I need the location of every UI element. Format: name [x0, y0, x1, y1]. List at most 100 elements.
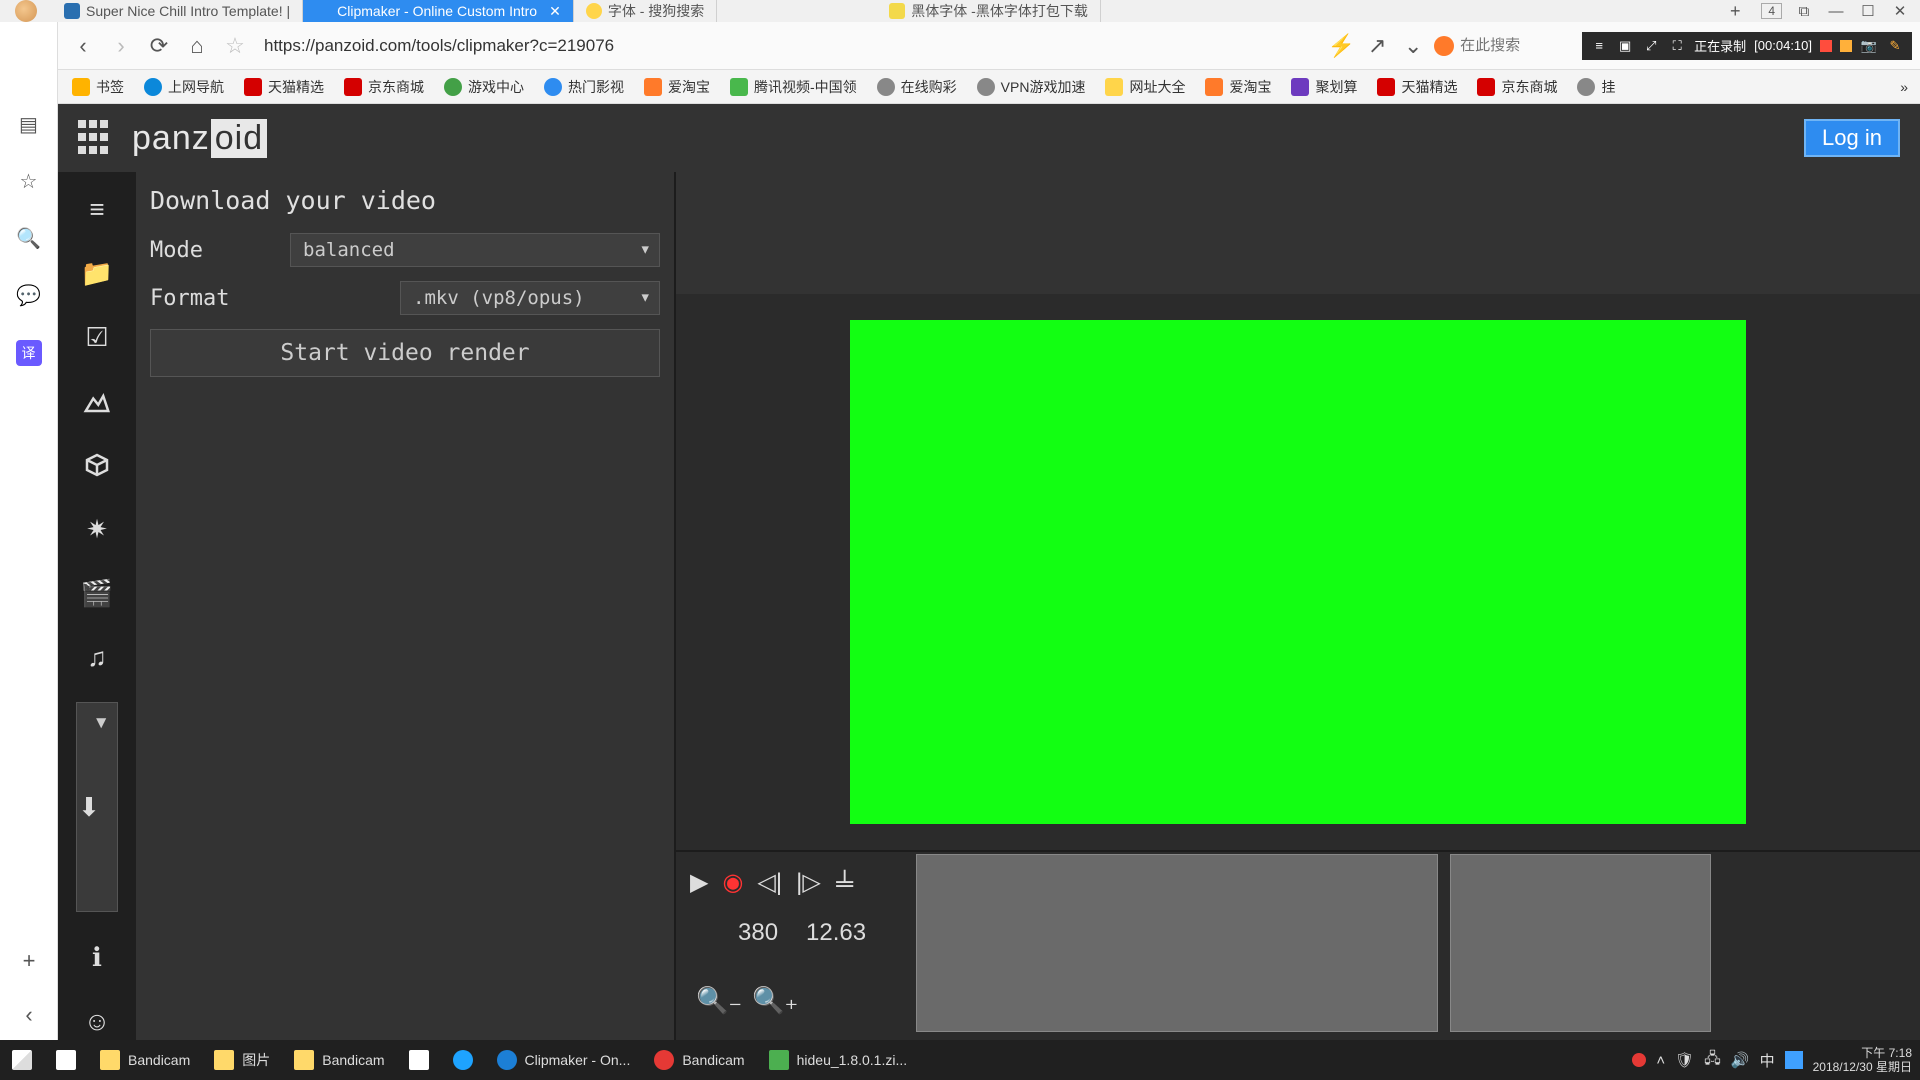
scene-button[interactable] — [78, 382, 116, 420]
translate-icon[interactable]: 译 — [16, 340, 42, 366]
chat-icon[interactable]: 💬 — [16, 283, 42, 308]
play-button[interactable]: ▶ — [690, 868, 708, 897]
bookmark-item[interactable]: 上网导航 — [144, 77, 224, 97]
bookmark-item[interactable]: 爱淘宝 — [1205, 77, 1271, 97]
info-button[interactable]: ℹ — [78, 938, 116, 976]
rec-pause-icon[interactable] — [1820, 40, 1832, 52]
favorites-icon[interactable]: ☆ — [16, 169, 42, 194]
bookmark-item[interactable]: 热门影视 — [544, 77, 624, 97]
maximize-button[interactable]: ☐ — [1858, 2, 1878, 20]
extension-button[interactable]: ⧉ — [1794, 3, 1814, 20]
home-button[interactable]: ⌂ — [182, 33, 212, 59]
bookmark-item[interactable]: 爱淘宝 — [644, 77, 710, 97]
preview-toggle[interactable]: ◉ — [722, 868, 743, 897]
next-frame-button[interactable]: |▷ — [796, 868, 821, 897]
camera-button[interactable]: 🎬 — [78, 574, 116, 612]
rec-resize-icon[interactable]: ⤢ — [1642, 38, 1660, 54]
bookmark-item[interactable]: 京东商城 — [1477, 77, 1557, 97]
rec-window-icon[interactable]: ▣ — [1616, 38, 1634, 54]
share-button[interactable]: ↗ — [1362, 33, 1392, 59]
rec-camera-icon[interactable]: 📷 — [1860, 38, 1878, 54]
task-view-button[interactable] — [44, 1040, 88, 1080]
bookmark-item[interactable]: 书签 — [72, 77, 124, 97]
tab-0[interactable]: Super Nice Chill Intro Template! | — [52, 0, 303, 22]
tab-close-button[interactable]: ✕ — [549, 3, 561, 20]
prev-frame-button[interactable]: ◁| — [757, 868, 782, 897]
back-button[interactable]: ‹ — [68, 33, 98, 59]
tab-2[interactable]: 字体 - 搜狗搜索 — [574, 0, 717, 22]
profile-avatar[interactable] — [0, 0, 52, 22]
close-window-button[interactable]: ✕ — [1890, 2, 1910, 20]
rec-menu-icon[interactable]: ≡ — [1590, 38, 1608, 53]
bookmark-item[interactable]: VPN游戏加速 — [977, 77, 1086, 97]
zoom-out-button[interactable]: 🔍₋ — [696, 985, 742, 1016]
volume-icon[interactable]: 🔊 — [1731, 1051, 1750, 1069]
new-tab-button[interactable]: + — [1719, 0, 1751, 22]
bookmark-star-button[interactable]: ☆ — [220, 33, 250, 59]
rec-stop-icon[interactable] — [1840, 40, 1852, 52]
bookmark-item[interactable]: 网址大全 — [1105, 77, 1185, 97]
preview-canvas[interactable] — [850, 320, 1746, 824]
forward-button[interactable]: › — [106, 33, 136, 59]
taskbar-item[interactable]: Clipmaker - On... — [485, 1040, 643, 1080]
apps-grid-button[interactable] — [78, 120, 114, 156]
timeline-track[interactable] — [916, 852, 1920, 1040]
search-icon[interactable]: 🔍 — [16, 226, 42, 251]
bookmark-overflow[interactable]: » — [1900, 79, 1920, 95]
bookmark-item[interactable]: 聚划算 — [1291, 77, 1357, 97]
tab-count-badge[interactable]: 4 — [1761, 3, 1782, 19]
start-render-button[interactable]: Start video render — [150, 329, 660, 377]
bookmark-item[interactable]: 在线购彩 — [877, 77, 957, 97]
project-button[interactable]: 📁 — [78, 254, 116, 292]
shield-icon[interactable]: 🛡 — [1675, 1051, 1694, 1069]
user-tray-icon[interactable] — [1785, 1051, 1803, 1069]
rec-pen-icon[interactable]: ✎ — [1886, 38, 1904, 54]
select-button[interactable]: ☑ — [78, 318, 116, 356]
taskbar-item[interactable]: hideu_1.8.0.1.zi... — [757, 1040, 920, 1080]
objects-button[interactable] — [78, 446, 116, 484]
network-icon[interactable]: 🖧 — [1704, 1048, 1721, 1073]
taskbar-item[interactable]: Bandicam — [88, 1040, 202, 1080]
zoom-in-button[interactable]: 🔍₊ — [752, 985, 798, 1016]
bookmark-item[interactable]: 挂 — [1577, 77, 1615, 97]
taskbar-item[interactable]: Bandicam — [642, 1040, 756, 1080]
ime-indicator[interactable]: 中 — [1760, 1050, 1775, 1071]
minimize-button[interactable]: — — [1826, 3, 1846, 20]
clock[interactable]: 下午 7:18 2018/12/30 星期日 — [1813, 1046, 1912, 1074]
search-input[interactable] — [1460, 37, 1570, 54]
timeline-clip[interactable] — [1450, 854, 1711, 1032]
download-button[interactable]: ⬇ — [76, 702, 118, 912]
bookmark-item[interactable]: 游戏中心 — [444, 77, 524, 97]
audio-button[interactable]: ♫ — [78, 638, 116, 676]
url-dropdown[interactable]: ⌄ — [1398, 33, 1428, 59]
format-select[interactable]: .mkv (vp8/opus) — [400, 281, 660, 315]
amp-icon[interactable]: ⚡ — [1326, 33, 1356, 59]
reader-icon[interactable]: ▤ — [16, 112, 42, 137]
taskbar-item[interactable]: 图片 — [202, 1040, 282, 1080]
login-button[interactable]: Log in — [1804, 119, 1900, 157]
collapse-sidebar-icon[interactable]: ‹ — [16, 1002, 42, 1028]
timeline-clip[interactable] — [916, 854, 1438, 1032]
rec-fullscreen-icon[interactable]: ⛶ — [1668, 38, 1686, 54]
reload-button[interactable]: ⟳ — [144, 33, 174, 59]
taskbar-item[interactable] — [397, 1040, 441, 1080]
tab-1[interactable]: Clipmaker - Online Custom Intro✕ — [303, 0, 574, 22]
bookmark-item[interactable]: 腾讯视频-中国领 — [730, 77, 857, 97]
effects-button[interactable]: ✷ — [78, 510, 116, 548]
bookmark-item[interactable]: 天猫精选 — [1377, 77, 1457, 97]
feedback-button[interactable]: ☺ — [78, 1002, 116, 1040]
panzoid-logo[interactable]: panzoid — [132, 118, 268, 158]
taskbar-item[interactable]: Bandicam — [282, 1040, 396, 1080]
add-sidebar-icon[interactable]: + — [16, 948, 42, 974]
search-box[interactable] — [1434, 36, 1576, 56]
tray-up-icon[interactable]: ˄ — [1656, 1052, 1665, 1069]
tab-3[interactable]: 黑体字体 -黑体字体打包下载 — [877, 0, 1101, 22]
waveform-toggle[interactable]: 𝍦 — [835, 862, 855, 903]
bookmark-item[interactable]: 天猫精选 — [244, 77, 324, 97]
taskbar-item[interactable] — [441, 1040, 485, 1080]
start-button[interactable] — [0, 1040, 44, 1080]
mode-select[interactable]: balanced — [290, 233, 660, 267]
url-field[interactable]: https://panzoid.com/tools/clipmaker?c=21… — [256, 36, 1320, 56]
menu-button[interactable]: ≡ — [78, 190, 116, 228]
bookmark-item[interactable]: 京东商城 — [344, 77, 424, 97]
